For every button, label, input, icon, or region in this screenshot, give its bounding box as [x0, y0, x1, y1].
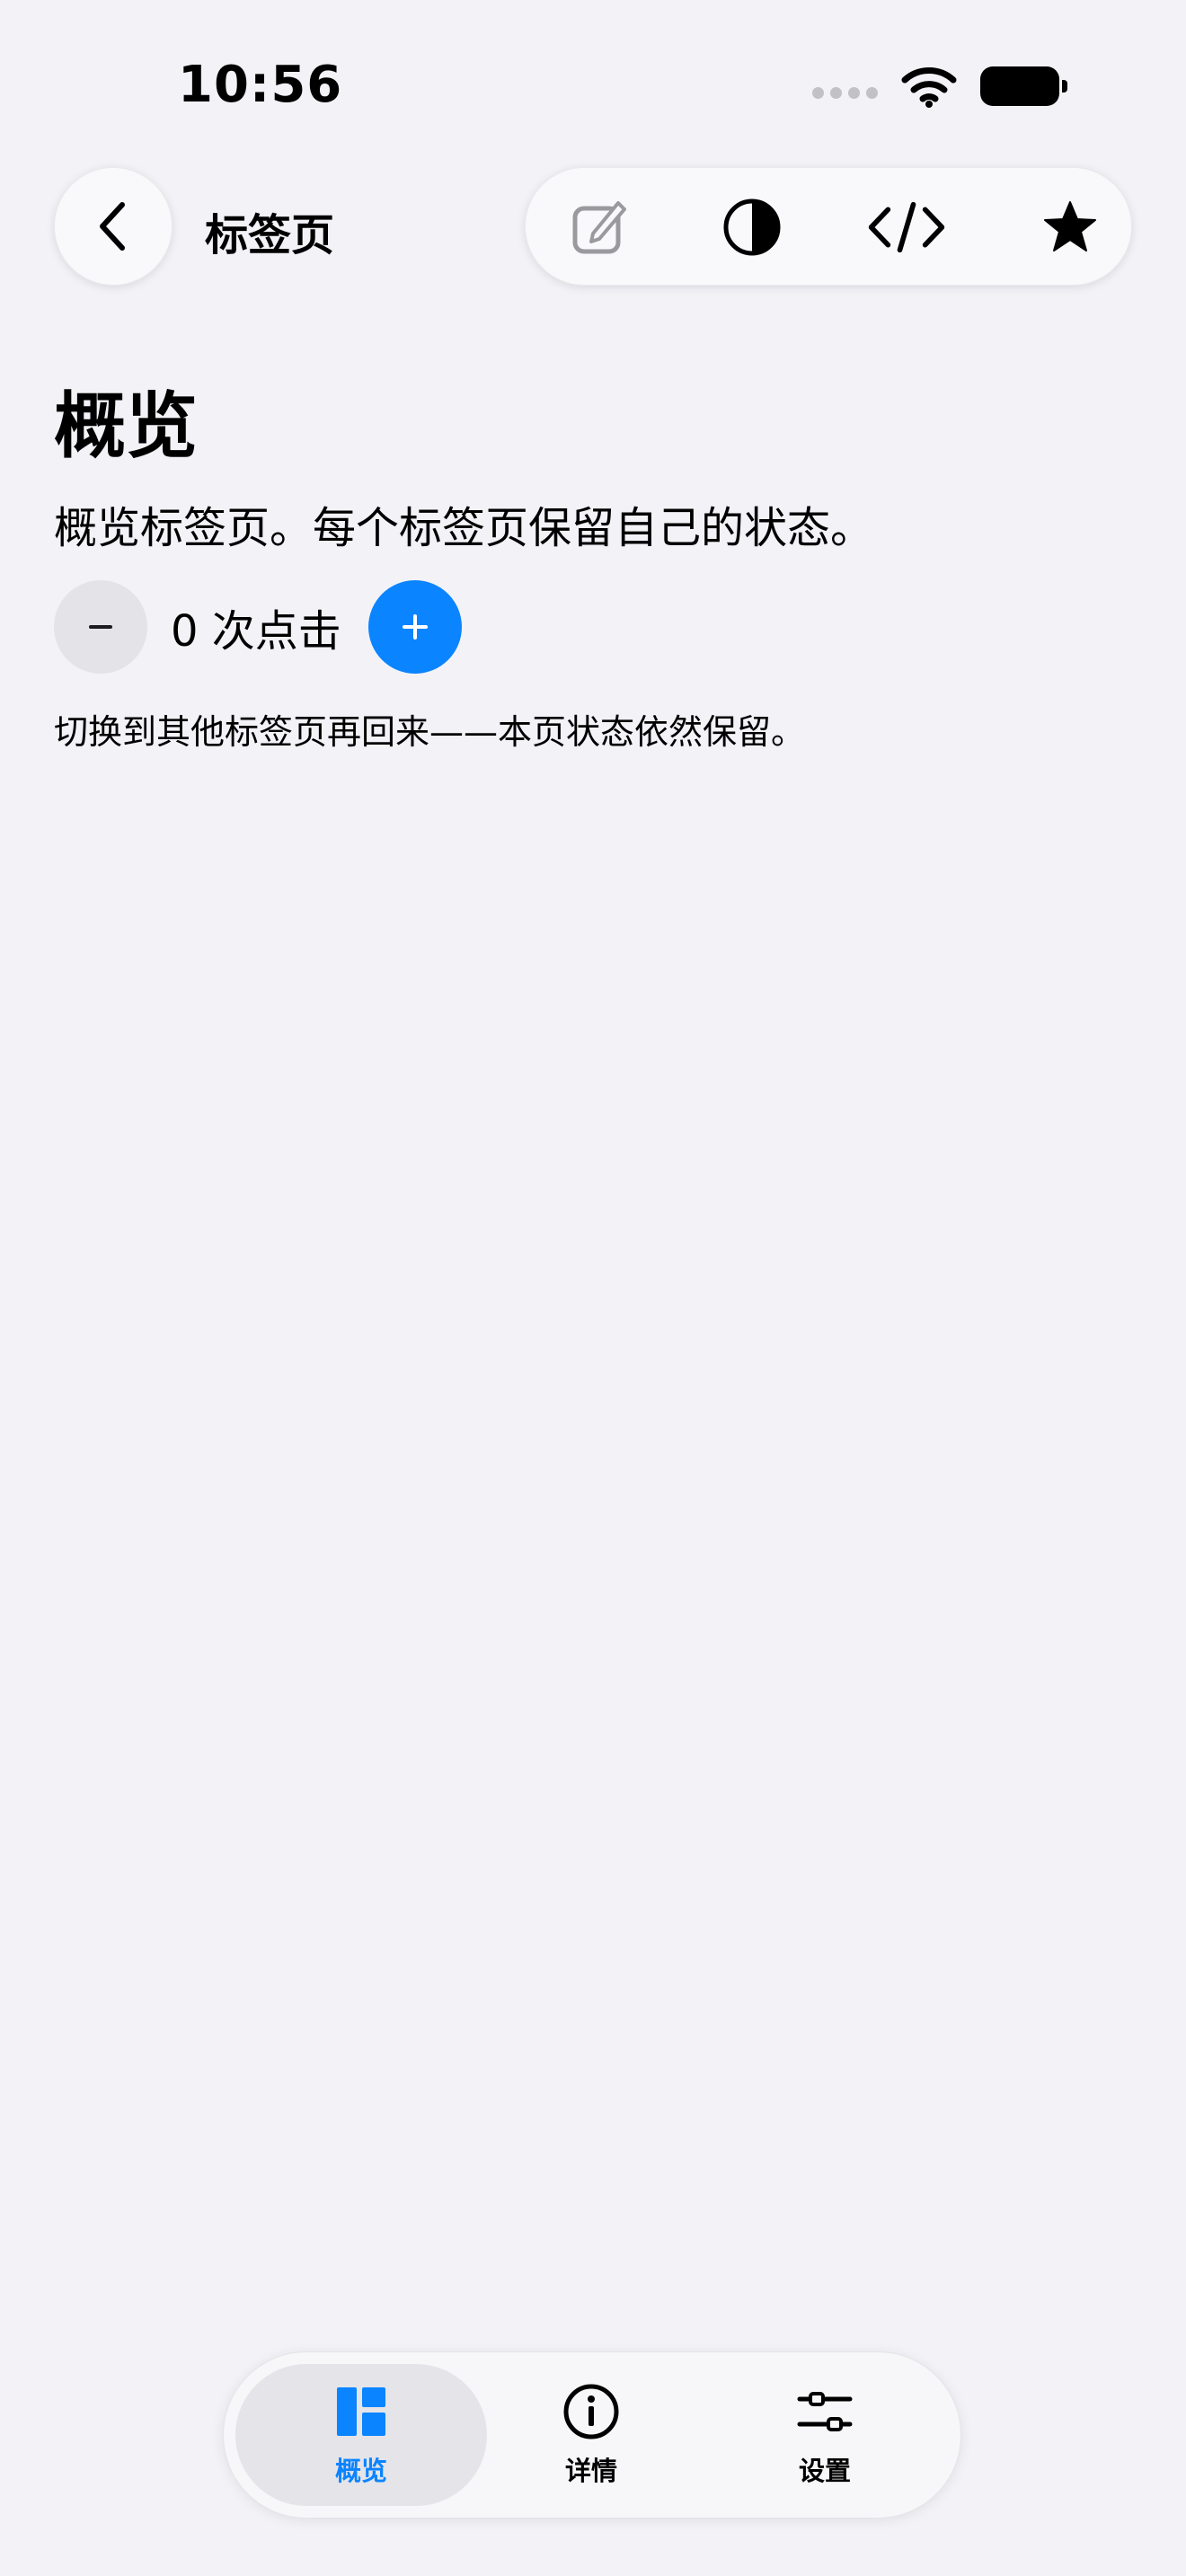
tab-details[interactable]: 详情	[492, 2364, 690, 2506]
tab-bar: 概览 详情 设置	[223, 2351, 961, 2519]
tab-settings[interactable]: 设置	[726, 2364, 924, 2506]
nav-title: 标签页	[205, 210, 335, 260]
cellular-signal-icon	[812, 75, 878, 99]
appearance-button[interactable]	[712, 187, 792, 268]
tab-settings-label: 设置	[798, 2456, 851, 2486]
battery-icon	[980, 66, 1067, 106]
compose-icon	[572, 201, 626, 254]
contrast-icon	[723, 198, 781, 256]
code-icon	[868, 201, 945, 253]
wifi-icon	[901, 67, 957, 108]
page-title: 概览	[54, 384, 198, 468]
compose-button[interactable]	[559, 187, 640, 268]
tab-overview[interactable]: 概览	[235, 2364, 487, 2506]
favorite-button[interactable]	[1030, 187, 1111, 268]
code-button[interactable]	[866, 187, 947, 268]
back-button[interactable]	[54, 167, 173, 286]
status-time: 10:56	[178, 56, 343, 114]
tab-details-label: 详情	[564, 2456, 617, 2486]
counter-row: 0 次点击	[54, 580, 462, 674]
star-icon	[1044, 201, 1096, 251]
sliders-icon	[797, 2392, 853, 2431]
toolbar	[525, 167, 1132, 286]
page-subtitle: 概览标签页。每个标签页保留自己的状态。	[54, 503, 874, 553]
decrement-button[interactable]	[54, 580, 147, 674]
hint-text: 切换到其他标签页再回来——本页状态依然保留。	[54, 712, 806, 752]
overview-icon	[337, 2387, 385, 2436]
chevron-left-icon	[100, 202, 125, 251]
info-icon	[563, 2384, 619, 2439]
increment-button[interactable]	[367, 580, 462, 674]
click-count: 0 次点击	[171, 606, 341, 657]
status-indicators	[812, 63, 1067, 110]
minus-icon	[89, 625, 112, 629]
tab-overview-label: 概览	[334, 2456, 387, 2486]
